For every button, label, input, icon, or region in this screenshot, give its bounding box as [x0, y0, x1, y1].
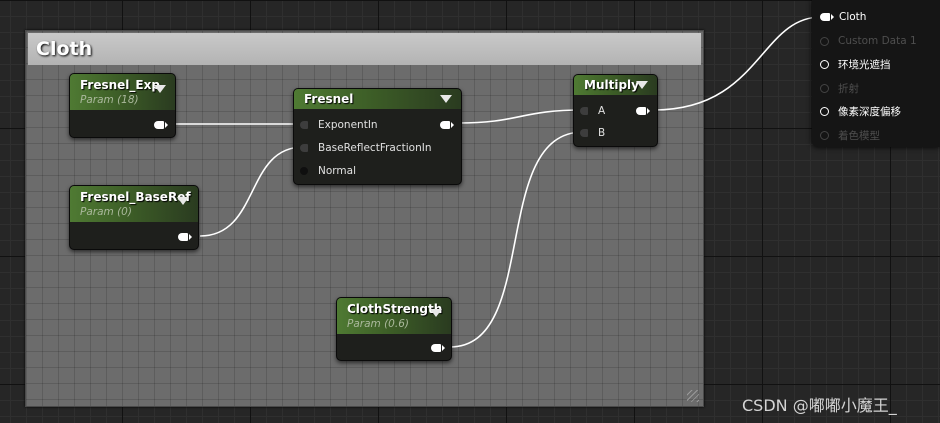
watermark: CSDN @嘟嘟小魔王_	[742, 396, 897, 415]
result-pin-cloth[interactable]: Cloth	[820, 9, 866, 25]
node-title: Fresnel_BaseRef	[80, 190, 191, 204]
input-normal[interactable]: Normal	[300, 163, 356, 179]
node-subtitle: Param (0)	[80, 206, 132, 218]
result-pin-label: 折射	[838, 82, 859, 95]
pin-disabled-icon[interactable]	[820, 36, 829, 46]
collapse-arrow-icon[interactable]	[154, 85, 166, 93]
pin-enabled-icon[interactable]	[820, 59, 829, 69]
pin-connected-icon[interactable]	[820, 13, 834, 21]
input-pin[interactable]	[300, 167, 308, 175]
node-subtitle: Param (0.6)	[347, 318, 409, 330]
collapse-arrow-icon[interactable]	[636, 81, 648, 89]
collapse-arrow-icon[interactable]	[440, 95, 452, 103]
node-title: Fresnel	[304, 92, 354, 106]
collapse-arrow-icon[interactable]	[177, 197, 189, 205]
result-pin-ambient-occlusion[interactable]: 环境光遮挡	[820, 56, 891, 72]
input-pin[interactable]	[300, 144, 308, 152]
result-pin-label: 像素深度偏移	[838, 105, 901, 118]
pin-disabled-icon[interactable]	[820, 83, 829, 93]
output-pin[interactable]	[154, 121, 168, 129]
node-multiply[interactable]: Multiply A B	[573, 74, 658, 147]
node-fresnel-baseref[interactable]: Fresnel_BaseRef Param (0)	[69, 185, 199, 250]
input-a[interactable]: A	[580, 103, 605, 119]
result-node-panel[interactable]: Cloth Custom Data 1 环境光遮挡 折射 像素深度偏移 着色模型	[812, 0, 940, 147]
output-pin[interactable]	[431, 344, 445, 352]
node-title: Multiply	[584, 78, 639, 92]
input-label: BaseReflectFractionIn	[318, 142, 432, 154]
wire-fresnel-to-multiply-a	[457, 109, 584, 124]
input-basereflectfractionin[interactable]: BaseReflectFractionIn	[300, 140, 431, 156]
result-pin-pixel-depth-offset[interactable]: 像素深度偏移	[820, 103, 901, 119]
node-title: ClothStrength	[347, 302, 443, 316]
input-label: A	[598, 105, 606, 117]
result-pin-label: Cloth	[839, 11, 867, 23]
input-exponentin[interactable]: ExponentIn	[300, 117, 378, 133]
wire-baseref-to-basereflect	[199, 146, 304, 237]
input-pin[interactable]	[300, 121, 308, 129]
input-label: Normal	[318, 165, 356, 177]
input-b[interactable]: B	[580, 125, 605, 141]
input-pin[interactable]	[580, 129, 588, 137]
node-cloth-strength[interactable]: ClothStrength Param (0.6)	[336, 297, 452, 361]
input-label: B	[598, 127, 606, 139]
pin-disabled-icon[interactable]	[820, 130, 829, 140]
node-subtitle: Param (18)	[80, 94, 139, 106]
output-pin[interactable]	[636, 107, 650, 115]
output-pin[interactable]	[440, 121, 454, 129]
node-title: Fresnel_Exp	[80, 78, 160, 92]
result-pin-custom-data-1[interactable]: Custom Data 1	[820, 33, 917, 49]
node-fresnel-exp[interactable]: Fresnel_Exp Param (18)	[69, 73, 176, 138]
result-pin-refraction[interactable]: 折射	[820, 80, 859, 96]
node-fresnel[interactable]: Fresnel ExponentIn BaseReflectFractionIn…	[293, 88, 462, 185]
output-pin[interactable]	[178, 233, 192, 241]
collapse-arrow-icon[interactable]	[430, 309, 442, 317]
result-pin-label: 环境光遮挡	[838, 58, 891, 71]
input-label: ExponentIn	[318, 119, 378, 131]
pin-enabled-icon[interactable]	[820, 106, 829, 116]
result-pin-label: 着色模型	[838, 129, 880, 142]
result-pin-label: Custom Data 1	[838, 35, 917, 47]
wire-clothstrength-to-multiply-b	[449, 131, 584, 348]
result-pin-shading-model[interactable]: 着色模型	[820, 127, 880, 143]
input-pin[interactable]	[580, 107, 588, 115]
wire-multiply-to-cloth	[653, 16, 822, 111]
